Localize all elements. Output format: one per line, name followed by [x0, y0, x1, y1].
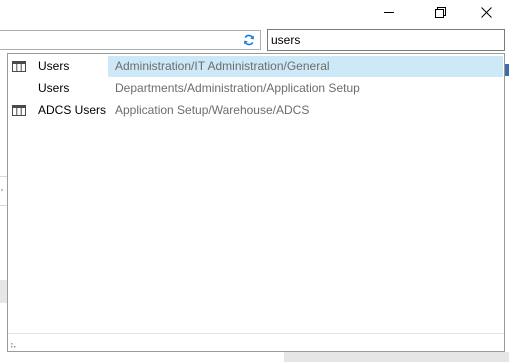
- result-name: Users: [38, 81, 70, 95]
- restore-button[interactable]: [417, 0, 463, 24]
- result-path: Departments/Administration/Application S…: [115, 81, 360, 95]
- table-icon: [12, 105, 26, 116]
- background-panel: [284, 352, 509, 362]
- background-fragment: ʽ: [1, 188, 3, 198]
- search-input[interactable]: [268, 30, 491, 50]
- close-button[interactable]: [463, 0, 509, 24]
- restore-icon: [434, 6, 446, 18]
- result-row[interactable]: Users Administration/IT Administration/G…: [9, 56, 503, 77]
- dropdown-footer: [8, 333, 504, 351]
- result-name: Users: [38, 59, 70, 73]
- result-row[interactable]: ADCS Users Application Setup/Warehouse/A…: [9, 100, 503, 121]
- minimize-button[interactable]: [366, 0, 412, 24]
- result-row[interactable]: Users Departments/Administration/Applica…: [9, 78, 503, 99]
- table-icon: [12, 61, 26, 72]
- result-path: Administration/IT Administration/General: [115, 59, 330, 73]
- result-name: ADCS Users: [38, 103, 107, 117]
- refresh-icon[interactable]: [243, 34, 255, 46]
- background-divider: [0, 205, 7, 206]
- search-results-dropdown: Users Administration/IT Administration/G…: [7, 53, 505, 352]
- minimize-icon: [384, 12, 394, 13]
- title-bar: [0, 0, 509, 24]
- background-panel: [0, 280, 7, 303]
- address-bar[interactable]: [0, 30, 261, 50]
- resize-grip-icon[interactable]: [11, 340, 19, 348]
- close-icon: [480, 6, 492, 18]
- background-divider: [0, 176, 7, 177]
- result-path: Application Setup/Warehouse/ADCS: [115, 103, 310, 117]
- search-box[interactable]: [267, 29, 505, 51]
